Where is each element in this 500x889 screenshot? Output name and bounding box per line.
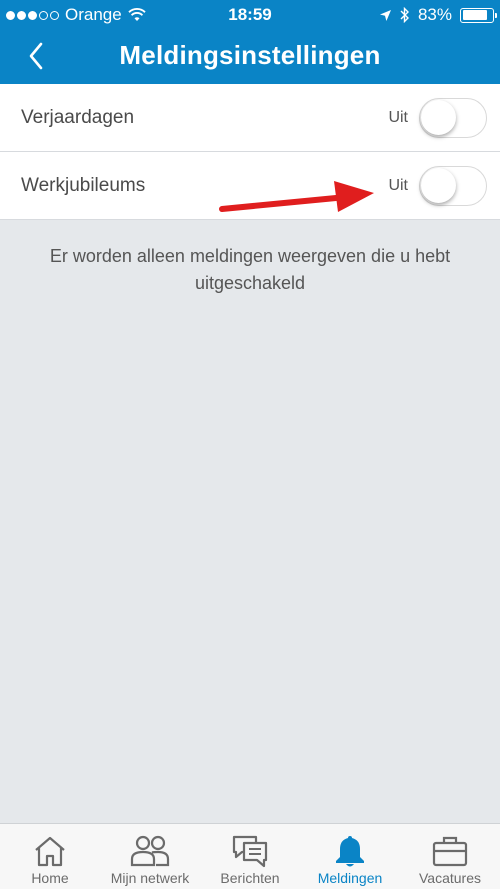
tab-home[interactable]: Home — [0, 824, 100, 889]
status-right: 83% — [379, 5, 497, 25]
tab-label: Vacatures — [419, 870, 481, 886]
red-arrow-icon — [219, 181, 374, 212]
chat-icon — [232, 835, 268, 868]
top-bar: Orange 18:59 83% Meldingsinstellingen — [0, 0, 500, 84]
setting-state-label: Uit — [388, 108, 408, 126]
bell-icon — [336, 836, 364, 867]
page-title: Meldingsinstellingen — [119, 40, 381, 70]
tab-label: Mijn netwerk — [110, 870, 190, 886]
verjaardagen-toggle[interactable] — [419, 97, 487, 138]
tab-label: Berichten — [220, 870, 280, 886]
tab-mijn-netwerk[interactable]: Mijn netwerk — [100, 824, 200, 889]
tab-berichten[interactable]: Berichten — [200, 824, 300, 889]
tab-label: Home — [31, 870, 69, 886]
setting-label: Verjaardagen — [21, 106, 135, 128]
toggle-knob — [421, 167, 456, 203]
battery-icon — [460, 7, 497, 23]
briefcase-icon — [432, 836, 468, 867]
navigation-bar: Meldingsinstellingen — [0, 30, 500, 84]
werkjubileums-toggle[interactable] — [419, 165, 487, 206]
home-icon — [35, 836, 65, 867]
tab-label: Meldingen — [317, 870, 383, 886]
tab-meldingen[interactable]: Meldingen — [300, 824, 400, 889]
people-icon — [130, 835, 170, 867]
tab-bar: Home Mijn netwerk Berichten Meldingen Va… — [0, 823, 500, 889]
toggle-knob — [421, 99, 456, 135]
location-arrow-icon — [379, 9, 391, 21]
status-bar: Orange 18:59 83% — [0, 0, 500, 30]
battery-percentage: 83% — [417, 5, 452, 24]
setting-label: Werkjubileums — [21, 174, 146, 196]
tab-vacatures[interactable]: Vacatures — [400, 824, 500, 889]
info-text: Er worden alleen meldingen weergeven die… — [49, 246, 451, 293]
setting-state-label: Uit — [388, 176, 408, 194]
setting-row-verjaardagen: Verjaardagen Uit — [0, 84, 500, 152]
bluetooth-icon — [400, 7, 409, 23]
